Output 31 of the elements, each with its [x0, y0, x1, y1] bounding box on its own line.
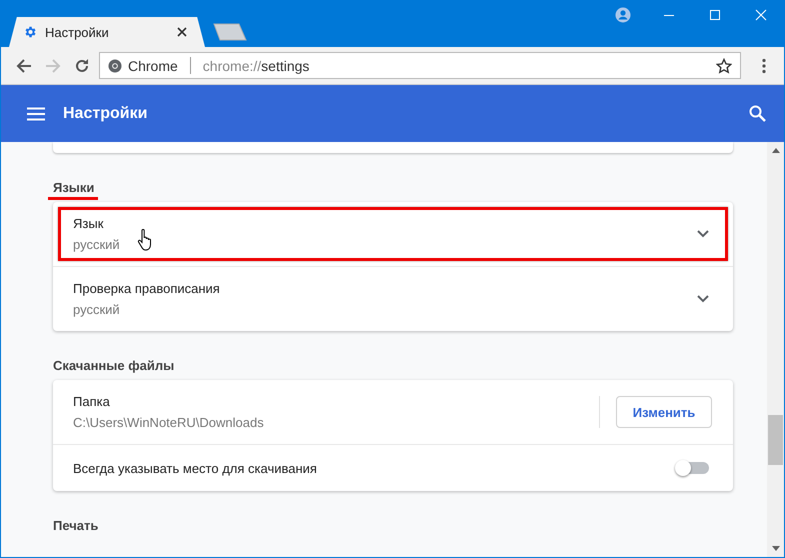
scrollbar[interactable] — [767, 142, 784, 557]
section-heading: Печать — [53, 518, 100, 533]
setting-title: Проверка правописания — [73, 281, 221, 296]
setting-value: русский — [73, 237, 121, 252]
star-icon[interactable] — [716, 58, 732, 74]
chevron-down-icon[interactable] — [697, 295, 709, 303]
back-arrow-icon[interactable] — [16, 58, 32, 74]
close-icon[interactable] — [177, 27, 187, 37]
section-heading: Языки — [53, 180, 96, 195]
setting-value: C:\Users\WinNoteRU\Downloads — [73, 415, 265, 430]
setting-title: Язык — [73, 216, 104, 231]
chevron-down-icon[interactable] — [697, 230, 709, 238]
gear-icon — [23, 25, 37, 39]
browser-tab[interactable]: Настройки — [9, 17, 205, 47]
section-heading: Скачанные файлы — [53, 358, 176, 373]
chrome-logo-icon — [108, 58, 122, 72]
menu-icon[interactable] — [27, 106, 45, 120]
page-title: Настройки — [63, 104, 148, 122]
scrollbar-thumb[interactable] — [768, 415, 783, 465]
change-button[interactable]: Изменить — [616, 396, 712, 428]
setting-value: русский — [73, 302, 121, 317]
reload-icon[interactable] — [74, 58, 90, 74]
scroll-up-icon[interactable] — [772, 148, 780, 153]
menu-dots-icon[interactable] — [762, 58, 766, 74]
address-field[interactable]: Chrome chrome://settings — [99, 52, 741, 79]
new-tab-button[interactable] — [213, 23, 247, 41]
search-icon[interactable] — [749, 105, 766, 122]
setting-title: Папка — [73, 394, 111, 409]
setting-title: Всегда указывать место для скачивания — [73, 460, 318, 476]
scroll-down-icon[interactable] — [772, 546, 780, 551]
toggle-switch[interactable] — [675, 460, 709, 476]
